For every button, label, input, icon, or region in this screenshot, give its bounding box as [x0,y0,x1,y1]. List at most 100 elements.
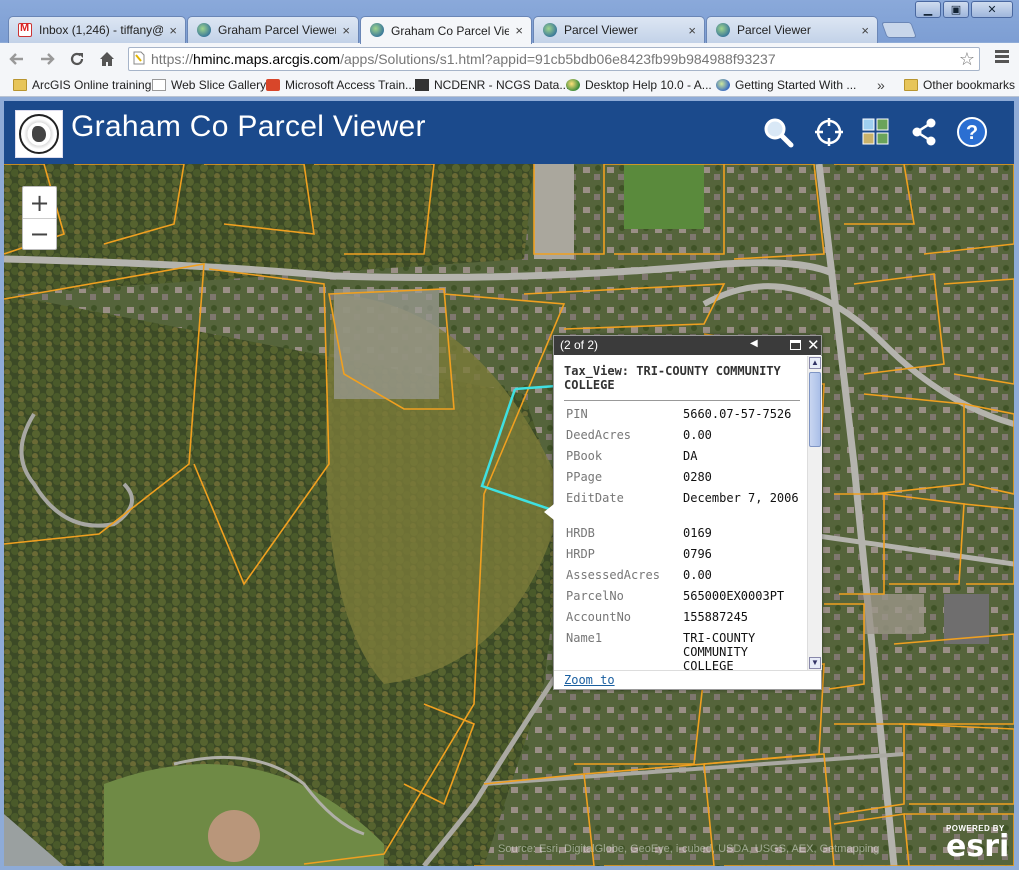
basemap-gallery-icon [862,118,889,145]
tab-title: Inbox (1,246) - tiffany@ [39,23,164,37]
tab-parcel-viewer-1[interactable]: Parcel Viewer × [533,16,705,43]
bookmarks-overflow-button[interactable]: » [877,77,885,93]
locate-tool-button[interactable] [812,115,846,149]
scroll-up-icon[interactable]: ▲ [809,357,821,369]
help-tool-button[interactable]: ? [955,115,989,149]
maximize-popup-icon[interactable] [790,340,801,350]
tab-title: Graham Co Parcel Viewer [391,23,510,38]
ie-icon [716,79,730,91]
attribute-value: 0796 [683,547,712,561]
attribute-name: HRDB [566,526,595,540]
app-title: Graham Co Parcel Viewer [71,110,426,143]
close-window-button[interactable]: ✕ [971,1,1013,18]
tab-parcel-viewer-2[interactable]: Parcel Viewer × [706,16,878,43]
bookmark-other-bookmarks[interactable]: Other bookmarks [904,78,1015,92]
tab-inbox[interactable]: Inbox (1,246) - tiffany@ × [8,16,186,43]
bookmark-label: Getting Started With ... [735,78,857,92]
attribute-name: HRDP [566,547,595,561]
browser-tab-strip: Inbox (1,246) - tiffany@ × Graham Parcel… [0,0,1019,44]
bookmarks-bar: ArcGIS Online training Web Slice Gallery… [0,75,1019,97]
share-icon [912,118,936,146]
bookmark-arcgis-training[interactable]: ArcGIS Online training [13,78,151,92]
map-view[interactable]: + − [4,164,1014,866]
share-tool-button[interactable] [907,115,941,149]
bookmark-star-icon[interactable]: ☆ [959,49,975,70]
globe-icon [543,23,557,37]
attribute-value: 0.00 [683,568,712,582]
attribute-name: ParcelNo [566,589,624,603]
bookmark-label: Web Slice Gallery [171,78,267,92]
attribute-value: 0.00 [683,428,712,442]
back-arrow-icon [9,53,23,65]
map-attribution: Source: Esri, DigitalGlobe, GeoEye, i-cu… [498,843,880,855]
previous-feature-icon[interactable]: ◀ [750,338,758,349]
bookmark-ncdenr[interactable]: NCDENR - NCGS Data... [415,78,569,92]
zoom-control: + − [22,186,57,250]
page-icon [152,79,166,91]
attribute-value: 5660.07-57-7526 [683,407,792,421]
back-button[interactable] [4,46,30,72]
maximize-button[interactable]: ▣ [943,1,969,18]
bookmark-web-slice-gallery[interactable]: Web Slice Gallery [152,78,266,92]
locate-icon [815,118,843,146]
zoom-in-button[interactable]: + [23,187,56,218]
url-host: hminc.maps.arcgis.com [193,51,341,67]
bookmark-label: Other bookmarks [923,78,1016,92]
folder-icon [904,79,918,91]
county-seal-logo [15,110,63,158]
minimize-button[interactable]: ▁ [915,1,941,18]
bookmark-getting-started[interactable]: Getting Started With ... [716,78,856,92]
forward-button[interactable] [34,46,60,72]
popup-pointer [544,504,554,520]
basemap-gallery-button[interactable] [859,115,893,149]
scroll-down-icon[interactable]: ▼ [809,657,821,669]
bookmark-label: ArcGIS Online training [32,78,152,92]
tab-close-icon[interactable]: × [169,23,177,38]
browser-toolbar: https://hminc.maps.arcgis.com/apps/Solut… [0,43,1019,75]
feature-info-popup: (2 of 2) ◀ ✕ Tax_View: TRI-COUNTY COMMUN… [544,335,822,690]
tab-close-icon[interactable]: × [515,23,523,38]
zoom-to-link[interactable]: Zoom to [564,673,615,687]
tab-close-icon[interactable]: × [861,23,869,38]
globe-icon [197,23,211,37]
tab-graham-parcel-viewer[interactable]: Graham Parcel Viewer × [187,16,359,43]
tab-title: Parcel Viewer [737,23,811,37]
attribute-value: 565000EX0003PT [683,589,785,603]
window-controls: ▁ ▣ ✕ [915,1,1013,18]
address-bar[interactable]: https://hminc.maps.arcgis.com/apps/Solut… [128,47,980,71]
browser-menu-icon[interactable] [995,50,1009,65]
zoom-out-button[interactable]: − [23,218,56,249]
scroll-thumb[interactable] [809,372,821,447]
attribute-value: 0280 [683,470,712,484]
popup-feature-count: (2 of 2) [560,338,599,352]
satellite-basemap [4,164,1014,866]
tab-close-icon[interactable]: × [688,23,696,38]
popup-scrollbar[interactable]: ▲ ▼ [807,356,822,670]
popup-title-bar: (2 of 2) ◀ ✕ [554,336,821,355]
home-button[interactable] [94,46,120,72]
search-icon [764,118,794,148]
attribute-value: DA [683,449,698,463]
popup-footer: Zoom to [554,670,821,690]
reload-button[interactable] [64,46,90,72]
globe-icon [370,23,384,37]
microsoft-icon [266,79,280,91]
page-info-icon[interactable] [133,51,151,68]
tab-graham-co-parcel-viewer[interactable]: Graham Co Parcel Viewer × [360,16,532,44]
bookmark-desktop-help[interactable]: Desktop Help 10.0 - A... [566,78,712,92]
gmail-icon [18,22,32,37]
attribute-name: AssessedAcres [566,568,660,582]
tab-title: Parcel Viewer [564,23,638,37]
search-tool-button[interactable] [761,115,795,149]
attribute-name: PIN [566,407,588,421]
close-popup-icon[interactable]: ✕ [807,336,820,354]
bookmark-label: Microsoft Access Train... [285,78,416,92]
new-tab-button[interactable] [881,22,917,38]
attribute-name: PPage [566,470,603,484]
attribute-value: 155887245 [683,610,749,624]
bookmark-access-training[interactable]: Microsoft Access Train... [266,78,415,92]
popup-content: Tax_View: TRI-COUNTY COMMUNITY COLLEGE P… [554,356,805,670]
esri-logo[interactable]: POWERED BY esri [946,824,1009,862]
attribute-name: DeedAcres [566,428,632,442]
tab-close-icon[interactable]: × [342,23,350,38]
